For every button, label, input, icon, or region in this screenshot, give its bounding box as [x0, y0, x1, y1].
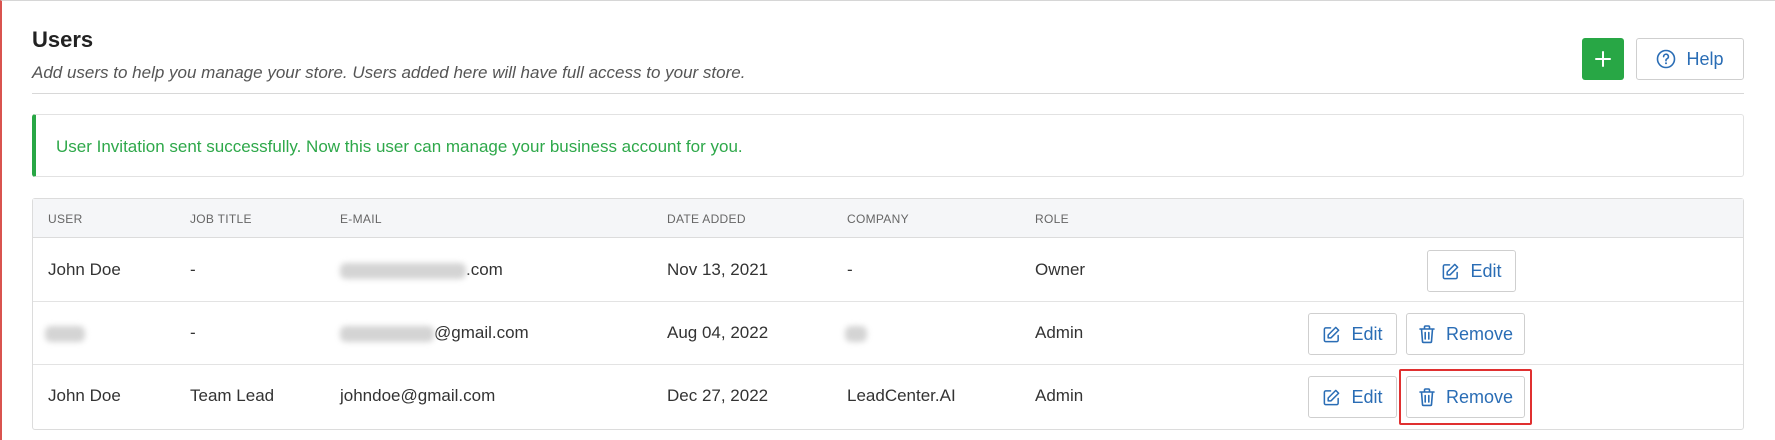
column-header-job-title: JOB TITLE: [190, 212, 252, 226]
table-row: John Doe Team Lead johndoe@gmail.com Dec…: [33, 365, 1743, 428]
user-name: John Doe: [48, 260, 121, 279]
edit-button[interactable]: Edit: [1427, 250, 1516, 292]
trash-icon: [1419, 325, 1435, 344]
job-title: -: [190, 260, 196, 279]
role: Owner: [1035, 260, 1086, 279]
email: @gmail.com: [340, 323, 529, 343]
remove-button[interactable]: Remove: [1406, 313, 1525, 355]
edit-label: Edit: [1351, 386, 1383, 407]
highlight-box: [1399, 369, 1532, 425]
date-added: Aug 04, 2022: [667, 323, 769, 342]
role: Admin: [1035, 323, 1084, 342]
column-header-role: ROLE: [1035, 212, 1069, 226]
redacted-email: [340, 325, 434, 342]
redacted-user-name: [45, 325, 85, 342]
edit-icon: [1443, 263, 1459, 279]
question-circle-icon: [1657, 49, 1676, 69]
company: [845, 323, 867, 343]
email: .com: [340, 260, 503, 280]
help-label: Help: [1686, 48, 1724, 69]
edit-label: Edit: [1351, 323, 1383, 344]
help-button[interactable]: Help: [1636, 38, 1744, 80]
edit-icon: [1324, 326, 1340, 342]
company: LeadCenter.AI: [847, 386, 956, 405]
edit-icon: [1324, 389, 1340, 405]
email: johndoe@gmail.com: [340, 386, 496, 405]
user-name: [45, 323, 85, 343]
users-table: USER JOB TITLE E-MAIL DATE ADDED COMPANY…: [32, 198, 1744, 430]
table-row: John Doe - .com Nov 13, 2021 - Owner Edi…: [33, 239, 1743, 302]
user-name: John Doe: [48, 386, 121, 405]
email-suffix: @gmail.com: [434, 323, 529, 342]
alert-message: User Invitation sent successfully. Now t…: [56, 137, 743, 156]
remove-label: Remove: [1445, 323, 1514, 344]
column-header-email: E-MAIL: [340, 212, 382, 226]
page-subtitle: Add users to help you manage your store.…: [32, 63, 746, 82]
redacted-email: [340, 262, 466, 279]
email-suffix: .com: [466, 260, 503, 279]
table-header: USER JOB TITLE E-MAIL DATE ADDED COMPANY…: [33, 199, 1743, 238]
date-added: Nov 13, 2021: [667, 260, 769, 279]
role: Admin: [1035, 386, 1084, 405]
company: -: [847, 260, 853, 279]
success-alert: User Invitation sent successfully. Now t…: [32, 114, 1744, 177]
edit-button[interactable]: Edit: [1308, 313, 1397, 355]
plus-icon: [1595, 51, 1611, 67]
page-frame: Users Add users to help you manage your …: [0, 0, 1775, 440]
job-title: Team Lead: [190, 386, 275, 405]
edit-label: Edit: [1470, 260, 1502, 281]
column-header-user: USER: [48, 212, 83, 226]
add-user-button[interactable]: [1582, 38, 1624, 80]
date-added: Dec 27, 2022: [667, 386, 769, 405]
edit-button[interactable]: Edit: [1308, 376, 1397, 418]
column-header-company: COMPANY: [847, 212, 909, 226]
page-header: Users Add users to help you manage your …: [32, 23, 1744, 94]
job-title: -: [190, 323, 196, 342]
table-row: - @gmail.com Aug 04, 2022 Admin Edit Rem…: [33, 302, 1743, 365]
page-title: Users: [32, 27, 94, 52]
redacted-company: [845, 325, 867, 342]
column-header-date-added: DATE ADDED: [667, 212, 746, 226]
